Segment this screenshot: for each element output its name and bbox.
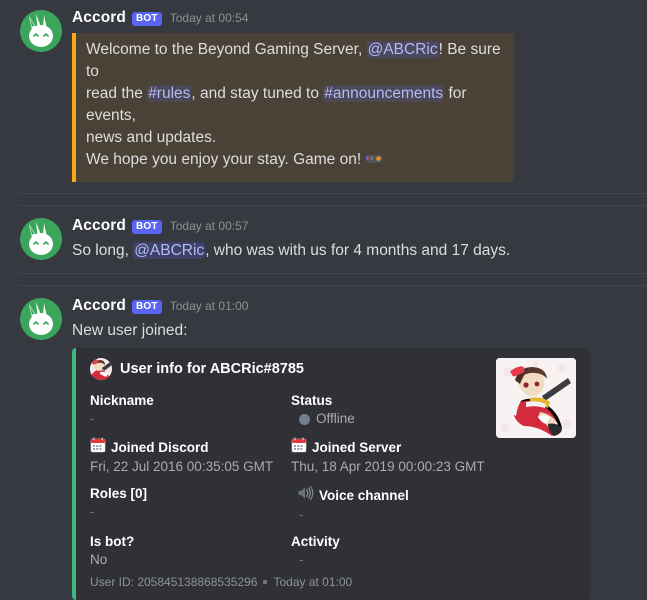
field-name-text: Voice channel (319, 487, 409, 503)
avatar-column (10, 8, 72, 182)
welcome-line4-text: We hope you enjoy your stay. Game on! (86, 151, 362, 168)
user-mention[interactable]: @ABCRic (366, 41, 439, 58)
welcome-text-pre: Welcome to the Beyond Gaming Server, (86, 41, 367, 58)
message-author[interactable]: Accord (72, 9, 126, 27)
bunny-avatar-icon[interactable] (20, 218, 62, 260)
bot-badge: BOT (132, 300, 162, 314)
embed-container: User info for ABCRic#8785 Nickname - Sta… (72, 348, 637, 600)
field-is-bot: Is bot? No (90, 533, 283, 569)
divider-line (20, 193, 647, 194)
field-value: Thu, 18 Apr 2019 00:00:23 GMT (291, 459, 485, 474)
field-name: Nickname (90, 393, 154, 408)
message-group-3[interactable]: Accord BOT Today at 01:00 New user joine… (0, 286, 647, 600)
field-value: No (90, 552, 108, 567)
welcome-line2-pre: read the (86, 85, 148, 102)
calendar-icon (291, 437, 307, 458)
bunny-avatar-icon[interactable] (20, 10, 62, 52)
farewell-text: So long, @ABCRic, who was with us for 4 … (72, 240, 637, 262)
footer-separator-icon (263, 580, 268, 584)
bunny-avatar-icon[interactable] (20, 298, 62, 340)
field-value: - (291, 551, 484, 569)
field-nickname: Nickname - (90, 392, 283, 428)
field-value-text: - (299, 552, 304, 567)
user-info-embed[interactable]: User info for ABCRic#8785 Nickname - Sta… (72, 348, 590, 600)
welcome-mention-block: Welcome to the Beyond Gaming Server, @AB… (72, 33, 514, 182)
field-status: Status Offline (291, 392, 484, 428)
field-value: Fri, 22 Jul 2016 00:35:05 GMT (90, 459, 274, 474)
field-value: - (90, 410, 283, 428)
message-header: Accord BOT Today at 00:57 (72, 217, 637, 239)
message-author[interactable]: Accord (72, 217, 126, 235)
field-name: Status (291, 393, 333, 408)
speaker-icon (297, 485, 314, 506)
welcome-line-1: Welcome to the Beyond Gaming Server, @AB… (86, 39, 506, 83)
field-value: - (90, 503, 283, 521)
calendar-icon (90, 437, 106, 458)
message-divider-group-1 (0, 193, 647, 206)
divider-line (20, 273, 647, 274)
discord-chat-view: Accord BOT Today at 00:54 Welcome to the… (0, 0, 647, 600)
farewell-text-post: , who was with us for 4 months and 17 da… (205, 242, 511, 259)
field-name: Is bot? (90, 534, 135, 549)
field-value-text: - (299, 507, 304, 522)
field-activity: Activity - (291, 533, 484, 569)
message-group-1[interactable]: Accord BOT Today at 00:54 Welcome to the… (0, 0, 647, 182)
farewell-text-pre: So long, (72, 242, 134, 259)
anime-miko-thumbnail-image[interactable] (496, 358, 576, 438)
field-value-text: Offline (316, 411, 355, 426)
welcome-line-4: We hope you enjoy your stay. Game on! (86, 149, 506, 174)
user-mention[interactable]: @ABCRic (133, 242, 206, 259)
field-name: Joined Server (291, 437, 484, 458)
video-game-controller-icon (366, 149, 384, 174)
embed-author[interactable]: User info for ABCRic#8785 (90, 358, 484, 380)
embed-footer-text: User ID: 205845138868535296 (90, 575, 258, 589)
field-value: Offline (291, 410, 484, 428)
field-joined-discord: Joined Discord Fri, 22 Jul 2016 00:35:05… (90, 437, 283, 476)
bot-badge: BOT (132, 220, 162, 234)
message-header: Accord BOT Today at 00:54 (72, 9, 637, 31)
message-timestamp: Today at 00:57 (169, 219, 249, 233)
embed-fields: Nickname - Status Offline Joined Discord… (90, 392, 485, 573)
embed-inner: User info for ABCRic#8785 Nickname - Sta… (90, 358, 576, 589)
message-header: Accord BOT Today at 01:00 (72, 297, 637, 319)
channel-mention-rules[interactable]: #rules (147, 85, 192, 102)
field-value-text: - (90, 411, 95, 426)
welcome-line-3: news and updates. (86, 129, 217, 146)
embed-footer: User ID: 205845138868535296 Today at 01:… (90, 575, 484, 589)
bot-badge: BOT (132, 12, 162, 26)
channel-mention-announcements[interactable]: #announcements (323, 85, 445, 102)
welcome-line-2: read the #rules, and stay tuned to #anno… (86, 83, 506, 127)
field-name-text: Joined Discord (111, 439, 209, 455)
message-divider-group-2 (0, 273, 647, 286)
avatar-column (10, 216, 72, 262)
new-user-joined-text: New user joined: (72, 322, 188, 339)
field-roles: Roles [0] - (90, 485, 283, 524)
message-author[interactable]: Accord (72, 297, 126, 315)
field-name: Joined Discord (90, 437, 283, 458)
field-value-text: - (90, 504, 95, 519)
avatar-column (10, 296, 72, 600)
field-name: Voice channel (291, 485, 484, 506)
offline-dot-icon (299, 413, 310, 425)
anime-miko-avatar-icon (90, 358, 112, 380)
field-name: Activity (291, 534, 340, 549)
message-body: Accord BOT Today at 00:54 Welcome to the… (72, 8, 637, 182)
welcome-line2-mid: , and stay tuned to (191, 85, 324, 102)
field-value: - (291, 506, 484, 524)
message-body: Accord BOT Today at 00:57 So long, @ABCR… (72, 216, 637, 262)
message-body: Accord BOT Today at 01:00 New user joine… (72, 296, 637, 600)
message-timestamp: Today at 01:00 (169, 299, 249, 313)
message-timestamp: Today at 00:54 (169, 11, 249, 25)
embed-author-name: User info for ABCRic#8785 (120, 361, 304, 377)
field-voice-channel: Voice channel - (291, 485, 484, 524)
field-name: Roles [0] (90, 486, 148, 501)
field-name-text: Joined Server (312, 439, 402, 455)
field-joined-server: Joined Server Thu, 18 Apr 2019 00:00:23 … (291, 437, 485, 476)
embed-footer-timestamp: Today at 01:00 (273, 575, 353, 589)
message-group-2[interactable]: Accord BOT Today at 00:57 So long, @ABCR… (0, 206, 647, 262)
